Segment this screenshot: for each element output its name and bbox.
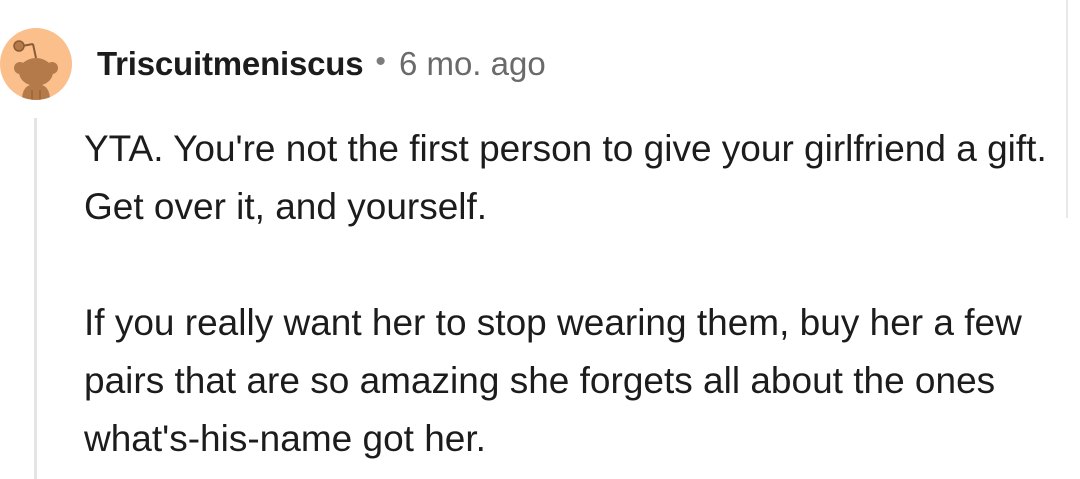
comment-timestamp[interactable]: 6 mo. ago xyxy=(399,45,546,83)
user-avatar[interactable] xyxy=(0,28,72,100)
comment-header: Triscuitmeniscus • 6 mo. ago xyxy=(97,42,546,86)
comment-paragraph: If you really want her to stop wearing t… xyxy=(84,302,1022,459)
thread-collapse-line[interactable] xyxy=(34,118,37,479)
reddit-snoo-avatar-icon xyxy=(13,40,58,100)
username-link[interactable]: Triscuitmeniscus xyxy=(97,45,364,83)
meta-separator: • xyxy=(375,45,386,78)
comment-body: YTA. You're not the first person to give… xyxy=(84,120,1074,468)
comment-paragraph: YTA. You're not the first person to give… xyxy=(84,128,1047,227)
